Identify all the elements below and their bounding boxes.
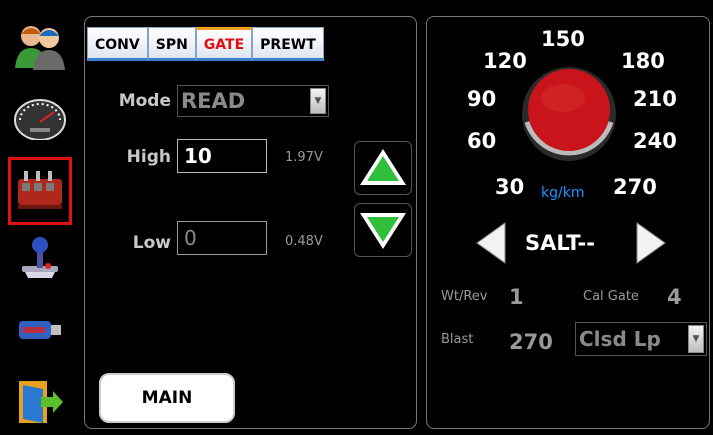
tab-conv[interactable]: CONV [87, 27, 148, 61]
sidebar-item-exit[interactable] [8, 372, 72, 432]
sidebar-item-speedometer[interactable] [8, 88, 72, 148]
decrease-button[interactable] [354, 203, 412, 257]
blast-label: Blast [441, 332, 474, 347]
low-voltage: 0.48V [285, 234, 323, 249]
dial-tick-180: 180 [621, 49, 665, 73]
increase-button[interactable] [354, 141, 412, 195]
tab-spn[interactable]: SPN [147, 27, 196, 61]
low-input[interactable]: 0 [177, 221, 267, 255]
valve-icon [18, 171, 62, 209]
usb-drive-icon [19, 321, 61, 339]
sidebar-item-usb-drive[interactable] [8, 300, 72, 360]
tab-bar: CONV SPN GATE PREWT [87, 27, 324, 61]
mode-value: READ [181, 89, 246, 113]
chevron-down-icon: ▼ [688, 325, 704, 353]
rate-panel: 150 120 180 90 210 60 240 30 270 kg/km S… [426, 16, 710, 429]
dial-tick-90: 90 [467, 87, 497, 111]
gate-panel: CONV SPN GATE PREWT Mode READ ▼ High 10 … [84, 16, 417, 429]
dial-tick-240: 240 [633, 129, 677, 153]
high-label: High [126, 147, 171, 167]
next-material-button[interactable] [633, 221, 669, 265]
exit-door-icon [19, 381, 63, 423]
sidebar-item-users[interactable] [8, 16, 72, 76]
sidebar-item-joystick[interactable] [8, 228, 72, 288]
rate-unit: kg/km [541, 185, 585, 201]
wtrev-value: 1 [509, 285, 524, 309]
sidebar [0, 0, 80, 435]
sidebar-item-spreader-valve[interactable] [8, 157, 72, 225]
joystick-icon [22, 237, 58, 278]
low-label: Low [132, 233, 171, 253]
rate-knob[interactable] [519, 62, 619, 162]
tab-gate[interactable]: GATE [195, 27, 253, 61]
tab-prewt[interactable]: PREWT [252, 27, 324, 61]
calgate-value: 4 [667, 285, 682, 309]
blast-value: 270 [509, 330, 553, 354]
dial-tick-150: 150 [541, 27, 585, 51]
previous-material-button[interactable] [473, 221, 509, 265]
mode-select[interactable]: READ ▼ [177, 85, 329, 117]
dial-tick-270: 270 [613, 175, 657, 199]
calgate-label: Cal Gate [583, 289, 639, 304]
high-input[interactable]: 10 [177, 139, 267, 173]
loop-mode-value: Clsd Lp [579, 327, 661, 351]
dial-tick-60: 60 [467, 129, 497, 153]
arrow-down-icon [360, 213, 406, 249]
high-voltage: 1.97V [285, 150, 323, 165]
chevron-down-icon: ▼ [310, 88, 326, 114]
main-button[interactable]: MAIN [99, 373, 235, 423]
material-name: SALT-- [525, 231, 595, 255]
users-icon [15, 26, 65, 70]
dial-tick-210: 210 [633, 87, 677, 111]
loop-mode-select[interactable]: Clsd Lp ▼ [575, 322, 707, 356]
arrow-up-icon [360, 149, 406, 185]
mode-label: Mode [118, 91, 171, 111]
wtrev-label: Wt/Rev [441, 289, 488, 304]
speedometer-icon [14, 99, 66, 140]
dial-tick-30: 30 [495, 175, 525, 199]
